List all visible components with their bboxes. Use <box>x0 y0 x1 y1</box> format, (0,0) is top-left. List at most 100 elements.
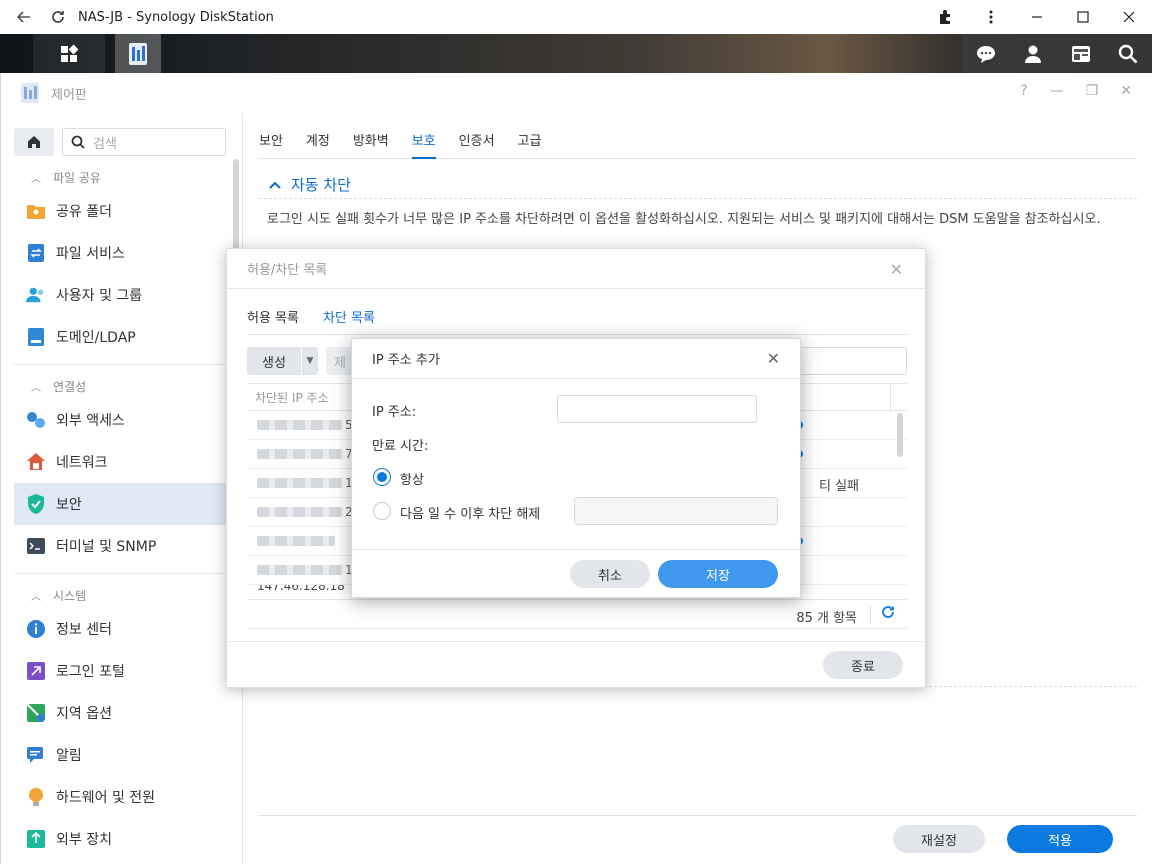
expiry-label: 만료 시간: <box>372 439 429 454</box>
sidebar-item-regional-options[interactable]: 지역 옵션 <box>14 692 227 734</box>
sidebar-scrollbar[interactable] <box>233 159 239 259</box>
close-icon[interactable]: ✕ <box>767 349 780 368</box>
control-panel-icon <box>129 42 147 65</box>
tab-account[interactable]: 계정 <box>306 127 330 159</box>
dialog-footer-divider <box>352 549 800 550</box>
users-icon <box>26 285 46 305</box>
list-search-input[interactable] <box>797 347 907 375</box>
footer-divider <box>259 815 1137 816</box>
tab-certificate[interactable]: 인증서 <box>459 127 495 159</box>
auto-block-section-header[interactable]: 자동 차단 <box>259 171 1137 199</box>
window-title: 제어판 <box>51 87 87 103</box>
cancel-button[interactable]: 취소 <box>570 560 650 588</box>
dialog-footer-divider <box>227 641 925 642</box>
chevron-up-icon: ︿ <box>31 591 41 603</box>
security-shield-icon <box>26 494 46 514</box>
window-close-icon[interactable]: ✕ <box>1120 83 1132 99</box>
create-button[interactable]: 생성 <box>247 347 301 375</box>
notification-icon <box>26 745 46 765</box>
hardware-power-icon <box>26 787 46 807</box>
item-count: 85 개 항목 <box>796 611 857 626</box>
redacted-ip <box>257 507 343 517</box>
radio-unblock-after-days[interactable] <box>373 502 391 520</box>
column-blocked-ip[interactable]: 차단된 IP 주소 <box>255 389 329 406</box>
reset-button[interactable]: 재설정 <box>893 825 985 853</box>
grid-scrollbar[interactable] <box>897 413 903 457</box>
regional-options-icon <box>26 703 46 723</box>
chevron-up-icon <box>269 178 281 192</box>
chevron-up-icon: ︿ <box>31 173 41 185</box>
sidebar-section-connectivity[interactable]: ︿ 연결성 <box>1 373 242 399</box>
login-portal-icon <box>26 661 46 681</box>
help-icon[interactable]: ? <box>1020 83 1027 99</box>
tab-allow-list[interactable]: 허용 목록 <box>247 301 299 334</box>
option-days-label[interactable]: 다음 일 수 이후 차단 해제 <box>400 503 540 522</box>
sidebar-section-file-sharing[interactable]: ︿ 파일 공유 <box>1 164 242 190</box>
ip-address-input[interactable] <box>557 395 757 423</box>
terminal-icon <box>26 536 46 556</box>
chevron-down-icon[interactable]: ▼ <box>302 347 318 375</box>
sidebar-divider <box>14 573 227 574</box>
days-input[interactable] <box>574 497 778 525</box>
close-button[interactable]: 종료 <box>823 651 903 679</box>
home-icon <box>28 136 40 148</box>
ip-address-label: IP 주소: <box>372 405 417 420</box>
sidebar-item-external-devices[interactable]: 외부 장치 <box>14 818 227 860</box>
sidebar: 검색 ︿ 파일 공유 공유 폴더 파일 서비스 사용자 및 그룹 도메인/LDA… <box>1 113 243 864</box>
sidebar-item-domain-ldap[interactable]: 도메인/LDAP <box>14 316 227 358</box>
reload-icon[interactable] <box>46 5 70 29</box>
dsm-taskbar <box>0 34 1152 73</box>
sidebar-item-login-portal[interactable]: 로그인 포털 <box>14 650 227 692</box>
sidebar-item-shared-folder[interactable]: 공유 폴더 <box>14 190 227 232</box>
sidebar-item-file-services[interactable]: 파일 서비스 <box>14 232 227 274</box>
minimize-icon[interactable] <box>1014 0 1060 34</box>
redacted-ip <box>257 449 343 459</box>
close-window-icon[interactable] <box>1106 0 1152 34</box>
tab-advanced[interactable]: 고급 <box>518 127 542 159</box>
home-button[interactable] <box>14 128 54 156</box>
extensions-icon[interactable] <box>922 0 968 34</box>
browser-titlebar: NAS-JB - Synology DiskStation <box>0 0 1152 34</box>
maximize-icon[interactable] <box>1060 0 1106 34</box>
back-icon[interactable] <box>12 5 36 29</box>
sidebar-item-users-groups[interactable]: 사용자 및 그룹 <box>14 274 227 316</box>
user-icon[interactable] <box>1022 43 1044 65</box>
close-icon[interactable]: ✕ <box>890 260 903 279</box>
sidebar-item-info-center[interactable]: 정보 센터 <box>14 608 227 650</box>
option-always-label[interactable]: 항상 <box>400 469 424 488</box>
menu-kebab-icon[interactable] <box>968 0 1014 34</box>
tab-block-list[interactable]: 차단 목록 <box>323 301 375 334</box>
dialog-title: 허용/차단 목록 <box>227 249 925 289</box>
sidebar-search-input[interactable]: 검색 <box>62 128 226 156</box>
redacted-ip <box>257 478 343 488</box>
dialog-title: IP 주소 추가 <box>352 339 800 379</box>
sidebar-item-network[interactable]: 네트워크 <box>14 441 227 483</box>
tab-firewall[interactable]: 방화벽 <box>353 127 389 159</box>
refresh-icon[interactable] <box>881 605 895 623</box>
window-restore-icon[interactable]: ❐ <box>1086 83 1099 99</box>
sidebar-item-hardware-power[interactable]: 하드웨어 및 전원 <box>14 776 227 818</box>
tab-security[interactable]: 보안 <box>259 127 283 159</box>
sidebar-item-notification[interactable]: 알림 <box>14 734 227 776</box>
sidebar-section-system[interactable]: ︿ 시스템 <box>1 582 242 608</box>
radio-always[interactable] <box>373 468 391 486</box>
chat-icon[interactable] <box>975 43 997 65</box>
external-devices-icon <box>26 829 46 849</box>
search-icon[interactable] <box>1117 43 1139 65</box>
sidebar-item-external-access[interactable]: 외부 액세스 <box>14 399 227 441</box>
search-icon <box>71 135 85 149</box>
main-menu-button[interactable] <box>33 34 105 73</box>
window-controls: ? — ❐ ✕ <box>1020 83 1132 99</box>
save-button[interactable]: 저장 <box>658 560 778 588</box>
tab-protection[interactable]: 보호 <box>411 127 436 159</box>
add-ip-dialog: IP 주소 추가 ✕ IP 주소: 만료 시간: 항상 다음 일 수 이후 차단… <box>351 338 801 598</box>
window-minimize-icon[interactable]: — <box>1050 83 1064 99</box>
sidebar-item-terminal-snmp[interactable]: 터미널 및 SNMP <box>14 525 227 567</box>
taskbar-control-panel[interactable] <box>115 34 161 73</box>
network-icon <box>26 452 46 472</box>
apply-button[interactable]: 적용 <box>1007 825 1113 853</box>
grid-footer: 85 개 항목 <box>247 599 907 629</box>
sidebar-item-security[interactable]: 보안 <box>14 483 227 525</box>
widgets-icon[interactable] <box>1070 43 1092 65</box>
auto-block-description: 로그인 시도 실패 횟수가 너무 많은 IP 주소를 차단하려면 이 옵션을 활… <box>267 212 1101 227</box>
